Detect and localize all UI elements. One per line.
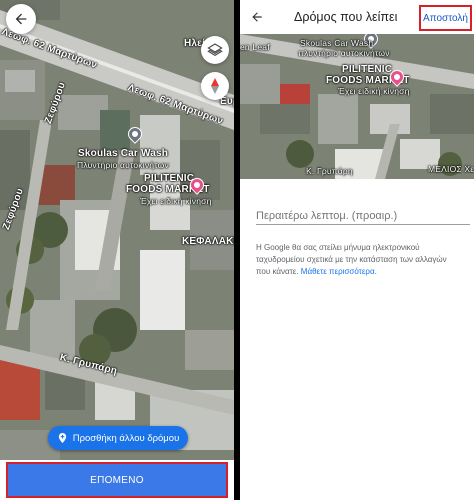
next-button[interactable]: ΕΠΟΜΕΝΟ [6, 462, 228, 498]
poi-name[interactable]: Skoulas Car Wash [78, 148, 168, 159]
layers-button[interactable] [201, 36, 229, 64]
add-another-road-button[interactable]: Προσθήκη άλλου δρόμου [48, 426, 188, 450]
poi-name[interactable]: Skoulas Car Wash [300, 38, 373, 48]
details-input[interactable] [256, 207, 470, 225]
back-arrow-icon [252, 12, 262, 22]
poi-name: ΜΕΛΙΟΣ Χε [428, 164, 474, 174]
poi-name[interactable]: PILITENIC [144, 173, 194, 184]
send-label: Αποστολή [423, 12, 468, 24]
street-label: Κ. Γρυπάρη [306, 166, 353, 176]
poi-subtitle: Πλυντήριο αυτοκινήτων [77, 160, 169, 170]
missing-road-form: Δρόμος που λείπει Αποστολή en Leaf Skoul… [240, 0, 474, 500]
back-button[interactable] [248, 8, 266, 26]
learn-more-link[interactable]: Μάθετε περισσότερα. [301, 267, 377, 276]
satellite-map[interactable] [0, 0, 234, 500]
back-arrow-icon [15, 13, 27, 25]
poi-subtitle: Έχει ειδική κίνηση [338, 86, 410, 96]
poi-name[interactable]: PILITENIC [342, 64, 392, 75]
back-button[interactable] [6, 4, 36, 34]
compass-button[interactable] [201, 72, 229, 100]
bottom-bar: ΕΠΟΜΕΝΟ [0, 460, 234, 500]
next-label: ΕΠΟΜΕΝΟ [90, 474, 144, 486]
map-view-left[interactable]: Λεωφ. 62 Μαρτύρων Λεωφ. 62 Μαρτύρων Ζεφύ… [0, 0, 234, 500]
compass-icon [211, 78, 219, 94]
email-notice: Η Google θα σας στείλει μήνυμα ηλεκτρονι… [256, 242, 462, 278]
add-road-label: Προσθήκη άλλου δρόμου [72, 432, 180, 444]
poi-subtitle: Έχει ειδική κίνηση [140, 196, 212, 206]
send-button[interactable]: Αποστολή [419, 5, 472, 31]
add-location-icon [58, 432, 66, 444]
poi-name[interactable]: ΚΕΦΑΛΑΚΗ Ε [182, 236, 234, 247]
poi-subtitle: πλυντήριο αυτοκινήτων [298, 48, 390, 58]
layers-icon [207, 43, 223, 56]
top-app-bar: Δρόμος που λείπει Αποστολή [240, 0, 474, 34]
map-preview[interactable]: en Leaf Skoulas Car Wash πλυντήριο αυτοκ… [240, 34, 474, 179]
page-title: Δρόμος που λείπει [294, 10, 398, 24]
poi-name: en Leaf [240, 42, 270, 52]
